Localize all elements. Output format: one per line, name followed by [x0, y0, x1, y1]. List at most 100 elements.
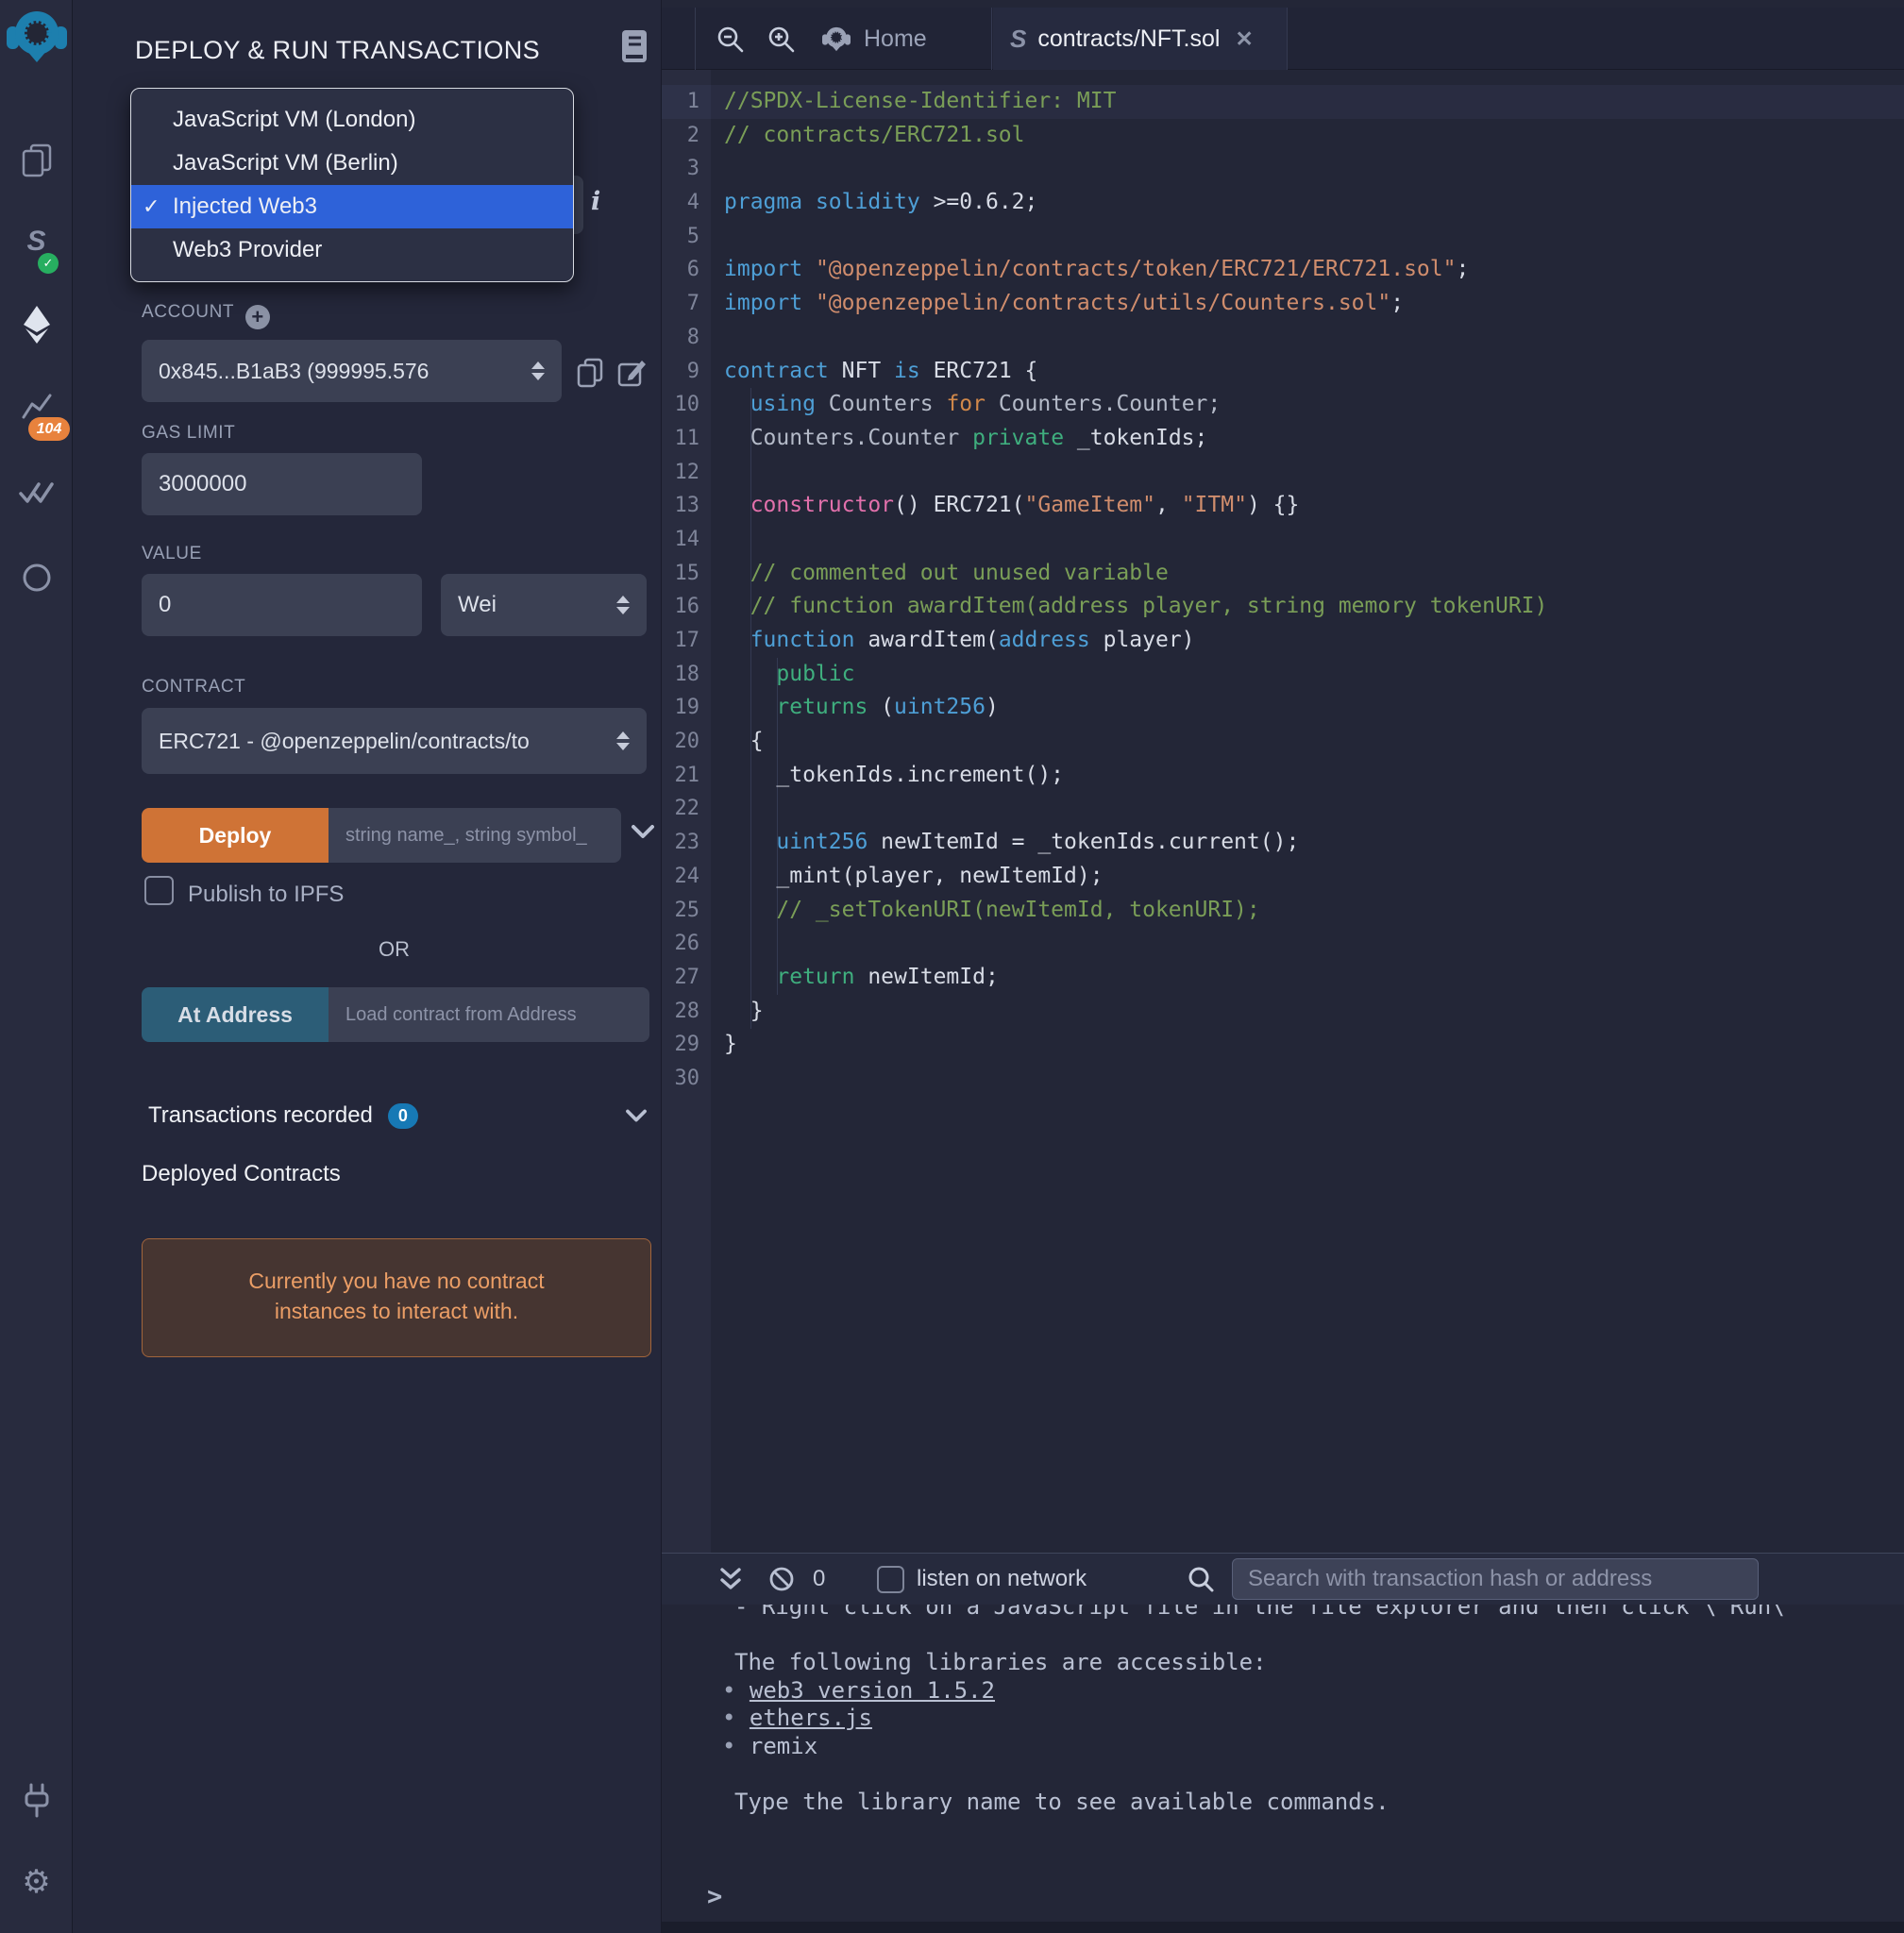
- code-line[interactable]: 16 // function awardItem(address player,…: [662, 590, 1904, 624]
- code-line[interactable]: 24 _mint(player, newItemId);: [662, 860, 1904, 894]
- sign-message-button[interactable]: [616, 357, 647, 394]
- contract-stepper[interactable]: [616, 731, 630, 750]
- search-icon: [1187, 1565, 1215, 1593]
- code-text: [711, 321, 724, 355]
- line-number: 26: [662, 927, 711, 961]
- code-line[interactable]: 12: [662, 456, 1904, 490]
- code-line[interactable]: 29}: [662, 1028, 1904, 1062]
- code-line[interactable]: 15 // commented out unused variable: [662, 557, 1904, 591]
- line-number: 15: [662, 557, 711, 591]
- code-line[interactable]: 27 return newItemId;: [662, 961, 1904, 995]
- account-select[interactable]: 0x845...B1aB3 (999995.576: [142, 340, 562, 402]
- contract-select[interactable]: ERC721 - @openzeppelin/contracts/to: [142, 708, 647, 774]
- transactions-expand-button[interactable]: [624, 1106, 649, 1130]
- line-number: 3: [662, 152, 711, 186]
- code-line[interactable]: 5: [662, 220, 1904, 254]
- code-line[interactable]: 23 uint256 newItemId = _tokenIds.current…: [662, 826, 1904, 860]
- environment-option[interactable]: JavaScript VM (London): [131, 98, 573, 142]
- code-line[interactable]: 18 public: [662, 658, 1904, 692]
- environment-option[interactable]: Web3 Provider: [131, 228, 573, 272]
- code-line[interactable]: 17 function awardItem(address player): [662, 624, 1904, 658]
- line-number: 30: [662, 1062, 711, 1096]
- code-line[interactable]: 22: [662, 792, 1904, 826]
- code-line[interactable]: 4pragma solidity >=0.6.2;: [662, 186, 1904, 220]
- create-account-icon[interactable]: +: [245, 305, 270, 329]
- tab-home[interactable]: Home: [803, 8, 992, 70]
- code-line[interactable]: 21 _tokenIds.increment();: [662, 759, 1904, 793]
- line-number: 1: [662, 85, 711, 119]
- code-line[interactable]: 8: [662, 321, 1904, 355]
- sidebar-item-file-explorer[interactable]: [0, 142, 73, 179]
- code-line[interactable]: 10 using Counters for Counters.Counter;: [662, 388, 1904, 422]
- code-text: [711, 523, 724, 557]
- sidebar-item-sourcify[interactable]: [0, 559, 73, 597]
- account-stepper[interactable]: [531, 361, 545, 380]
- at-address-input[interactable]: [329, 987, 649, 1042]
- code-line[interactable]: 25 // _setTokenURI(newItemId, tokenURI);: [662, 894, 1904, 928]
- deploy-button[interactable]: Deploy: [142, 808, 329, 863]
- zoom-in-button[interactable]: [767, 25, 796, 59]
- remix-logo[interactable]: [0, 6, 73, 66]
- environment-option-label: Web3 Provider: [173, 237, 322, 263]
- at-address-button[interactable]: At Address: [142, 987, 329, 1042]
- code-text: return newItemId;: [711, 961, 999, 995]
- terminal-collapse-button[interactable]: [718, 1554, 743, 1605]
- environment-option[interactable]: JavaScript VM (Berlin): [131, 142, 573, 185]
- environment-info-icon[interactable]: i: [591, 187, 600, 216]
- code-line[interactable]: 14: [662, 523, 1904, 557]
- line-number: 23: [662, 826, 711, 860]
- sidebar-item-unit-testing[interactable]: [0, 474, 73, 512]
- code-line[interactable]: 6import "@openzeppelin/contracts/token/E…: [662, 253, 1904, 287]
- copy-icon: [576, 357, 604, 389]
- documentation-icon[interactable]: [618, 28, 650, 69]
- code-line[interactable]: 26: [662, 927, 1904, 961]
- line-number: 24: [662, 860, 711, 894]
- sidebar-item-settings[interactable]: ⚙: [0, 1861, 73, 1903]
- terminal-link-line[interactable]: ethers.js: [662, 1705, 1904, 1733]
- zoom-out-button[interactable]: [716, 25, 745, 59]
- code-line[interactable]: 20 {: [662, 725, 1904, 759]
- warning-line-1: Currently you have no contract: [143, 1266, 650, 1296]
- publish-ipfs-checkbox[interactable]: [144, 876, 174, 905]
- code-line[interactable]: 2// contracts/ERC721.sol: [662, 119, 1904, 153]
- clear-console-button[interactable]: [767, 1554, 796, 1605]
- code-line[interactable]: 19 returns (uint256): [662, 691, 1904, 725]
- value-unit-stepper[interactable]: [616, 596, 630, 614]
- terminal-line: The following libraries are accessible:: [662, 1649, 1904, 1677]
- terminal-search: [1187, 1554, 1215, 1605]
- value-unit-select[interactable]: Wei: [441, 574, 647, 636]
- terminal-link-line[interactable]: web3 version 1.5.2: [662, 1677, 1904, 1706]
- listen-network-checkbox[interactable]: [877, 1566, 904, 1593]
- tab-nft-sol[interactable]: S contracts/NFT.sol ✕: [993, 8, 1288, 70]
- line-number: 7: [662, 287, 711, 321]
- environment-option[interactable]: ✓Injected Web3: [131, 185, 573, 228]
- terminal-search-input[interactable]: [1232, 1558, 1759, 1600]
- environment-option-label: JavaScript VM (Berlin): [173, 150, 398, 176]
- sidebar-item-plugin-manager[interactable]: [0, 1780, 73, 1822]
- code-line[interactable]: 11 Counters.Counter private _tokenIds;: [662, 422, 1904, 456]
- copy-account-button[interactable]: [576, 357, 604, 394]
- deploy-expand-button[interactable]: [630, 821, 656, 847]
- gas-limit-input[interactable]: [142, 453, 422, 515]
- terminal-prompt[interactable]: >: [707, 1882, 722, 1911]
- code-editor[interactable]: 1//SPDX-License-Identifier: MIT2// contr…: [662, 85, 1904, 1096]
- terminal-line-text: remix: [750, 1733, 817, 1759]
- code-line[interactable]: 13 constructor() ERC721("GameItem", "ITM…: [662, 489, 1904, 523]
- close-tab-icon[interactable]: ✕: [1235, 26, 1253, 52]
- deploy-args-input[interactable]: [329, 808, 621, 863]
- code-line[interactable]: 3: [662, 152, 1904, 186]
- code-line[interactable]: 7import "@openzeppelin/contracts/utils/C…: [662, 287, 1904, 321]
- sidebar-item-solidity-compiler[interactable]: S: [0, 223, 73, 261]
- terminal-toolbar: 0 listen on network: [662, 1554, 1904, 1605]
- code-line[interactable]: 30: [662, 1062, 1904, 1096]
- terminal-line-text: ethers.js: [750, 1705, 872, 1731]
- circle-icon: [21, 562, 53, 594]
- code-line[interactable]: 9contract NFT is ERC721 {: [662, 355, 1904, 389]
- zoom-in-icon: [767, 25, 796, 54]
- line-number: 2: [662, 119, 711, 153]
- code-line[interactable]: 1//SPDX-License-Identifier: MIT: [662, 85, 1904, 119]
- terminal-scrollbar[interactable]: [662, 1922, 1904, 1933]
- sidebar-item-deploy-run[interactable]: [0, 304, 73, 345]
- value-input[interactable]: [142, 574, 422, 636]
- code-line[interactable]: 28 }: [662, 995, 1904, 1029]
